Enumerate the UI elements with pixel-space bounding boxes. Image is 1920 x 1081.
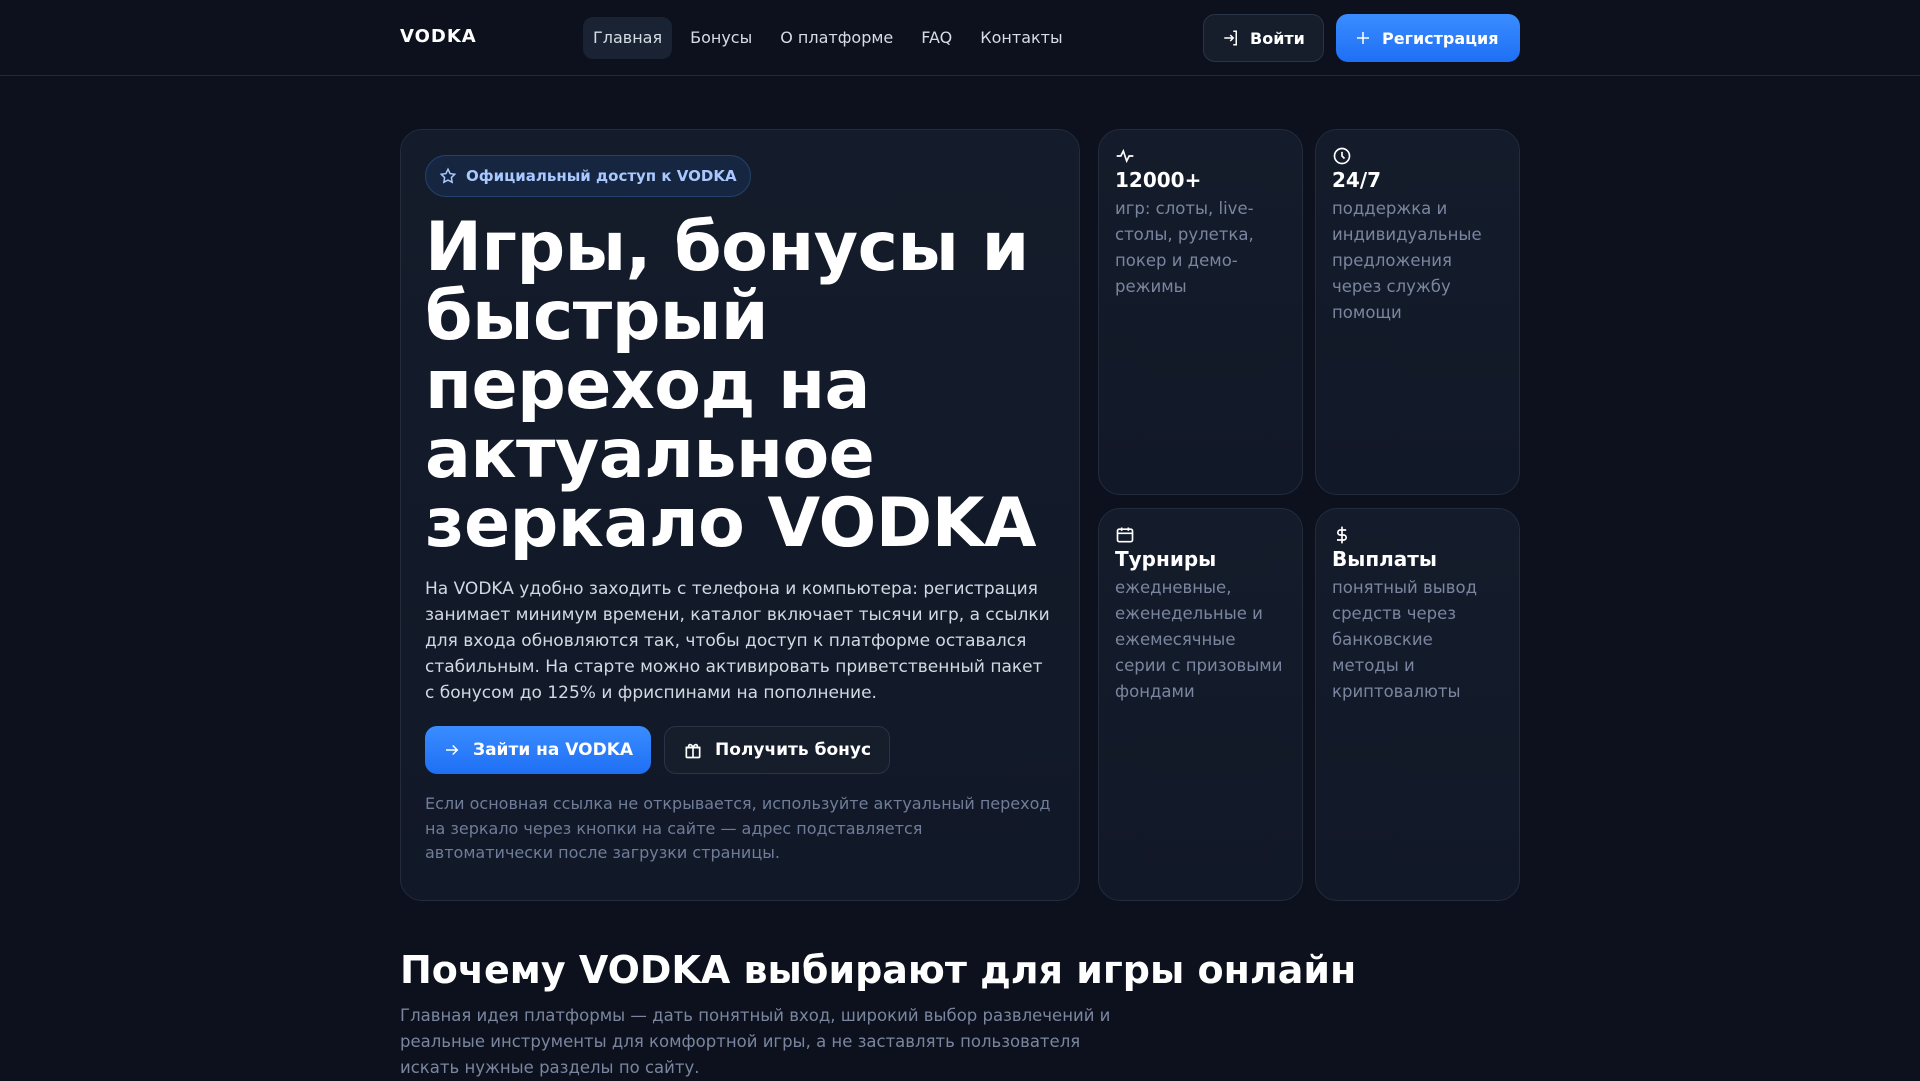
enter-label: Зайти на VODKA <box>473 740 634 760</box>
stat-title: 12000+ <box>1115 168 1202 192</box>
nav-contacts[interactable]: Контакты <box>970 17 1072 59</box>
register-button[interactable]: Регистрация <box>1336 14 1520 62</box>
nav-faq[interactable]: FAQ <box>911 17 962 59</box>
stat-title: Выплаты <box>1332 547 1437 571</box>
plus-icon <box>1354 29 1372 47</box>
stat-card-tournaments: Турниры ежедневные, еженедельные и ежеме… <box>1098 508 1303 901</box>
dollar-icon <box>1332 525 1503 545</box>
star-icon <box>439 167 457 185</box>
mirror-note: Если основная ссылка не открывается, исп… <box>425 794 1051 862</box>
badge-label: Официальный доступ к VODKA <box>466 167 737 185</box>
stat-desc: игр: слоты, live-столы, рулетка, покер и… <box>1115 199 1254 296</box>
login-icon <box>1222 29 1240 47</box>
enter-vodka-button[interactable]: Зайти на VODKA <box>425 726 652 774</box>
activity-icon <box>1115 146 1286 166</box>
stat-desc: ежедневные, еженедельные и ежемесячные с… <box>1115 578 1283 701</box>
clock-icon <box>1332 146 1503 166</box>
why-title: Почему VODKA выбирают для игры онлайн <box>400 948 1357 992</box>
site-header: VODKA Главная Бонусы О платформе FAQ Кон… <box>0 0 1920 76</box>
why-text: Главная идея платформы — дать понятный в… <box>400 1006 1111 1077</box>
calendar-icon <box>1115 525 1286 545</box>
nav-bonuses[interactable]: Бонусы <box>680 17 762 59</box>
login-label: Войти <box>1250 28 1305 48</box>
main-nav: Главная Бонусы О платформе FAQ Контакты <box>583 17 1073 59</box>
nav-home[interactable]: Главная <box>583 17 673 59</box>
stat-card-support: 24/7 поддержка и индивидуальные предложе… <box>1315 129 1520 495</box>
hero-title: Игры, бонусы и быстрый переход на актуал… <box>425 208 1037 563</box>
gift-icon <box>683 740 703 760</box>
logo[interactable]: VODKA <box>400 26 477 47</box>
register-label: Регистрация <box>1382 28 1499 48</box>
stat-card-games: 12000+ игр: слоты, live-столы, рулетка, … <box>1098 129 1303 495</box>
stat-title: 24/7 <box>1332 168 1382 192</box>
hero-lead: На VODKA удобно заходить с телефона и ко… <box>425 579 1050 703</box>
login-button[interactable]: Войти <box>1203 14 1324 62</box>
bonus-label: Получить бонус <box>715 740 872 760</box>
stat-desc: поддержка и индивидуальные предложения ч… <box>1332 199 1482 322</box>
get-bonus-button[interactable]: Получить бонус <box>664 726 891 774</box>
hero-card: Официальный доступ к VODKA Игры, бонусы … <box>400 129 1080 901</box>
nav-about[interactable]: О платформе <box>770 17 903 59</box>
stat-desc: понятный вывод средств через банковские … <box>1332 578 1477 701</box>
arrow-right-icon <box>443 741 461 759</box>
stat-card-payouts: Выплаты понятный вывод средств через бан… <box>1315 508 1520 901</box>
stat-title: Турниры <box>1115 547 1217 571</box>
official-badge: Официальный доступ к VODKA <box>425 155 751 197</box>
